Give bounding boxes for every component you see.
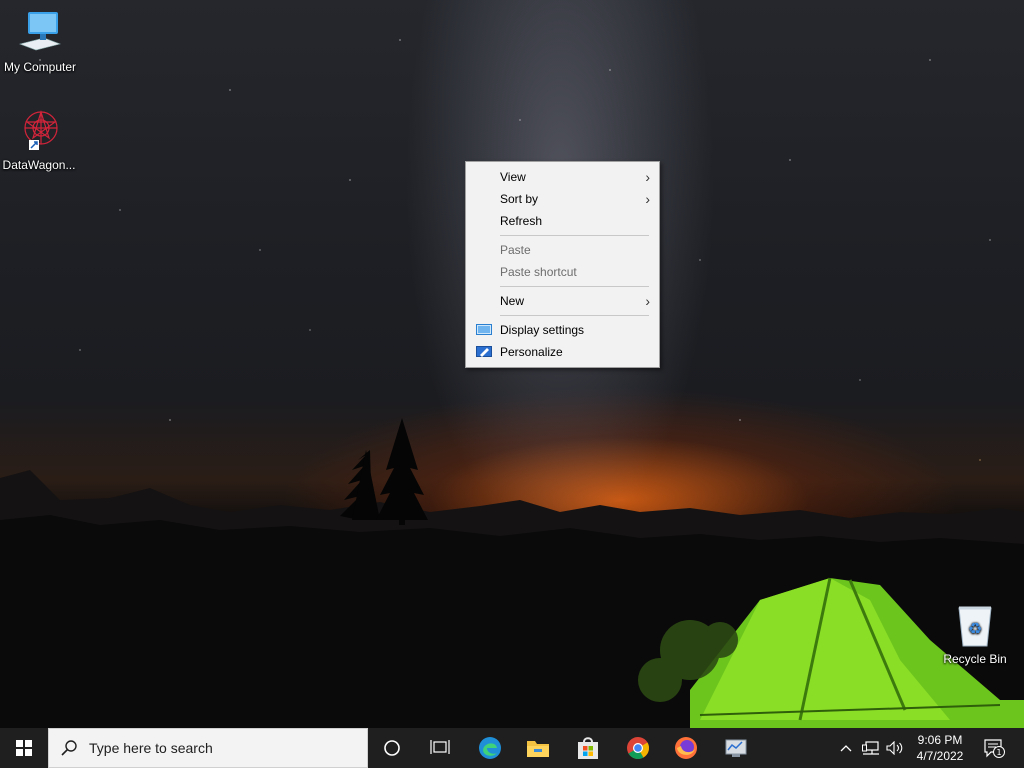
task-view-button[interactable]	[416, 728, 464, 768]
windows-logo-icon	[16, 740, 32, 756]
notification-icon: 1	[984, 739, 1005, 758]
edge-icon	[479, 737, 501, 759]
desktop-icon-label: Recycle Bin	[943, 652, 1007, 666]
menu-item-display-settings[interactable]: Display settings	[466, 319, 659, 341]
menu-item-refresh[interactable]: Refresh	[466, 210, 659, 232]
menu-item-new[interactable]: New ›	[466, 290, 659, 312]
show-hidden-icons-button[interactable]	[836, 728, 856, 768]
taskbar-app-network-monitor[interactable]	[712, 728, 760, 768]
chevron-right-icon: ›	[645, 169, 650, 185]
taskbar-app-firefox[interactable]	[662, 728, 710, 768]
menu-separator	[500, 315, 649, 316]
menu-item-label: Refresh	[500, 214, 543, 228]
menu-item-label: Personalize	[500, 345, 563, 359]
menu-item-label: View	[500, 170, 526, 184]
menu-item-paste-shortcut: Paste shortcut	[466, 261, 659, 283]
taskbar-app-edge[interactable]	[466, 728, 514, 768]
speaker-icon	[886, 741, 903, 755]
notification-count-badge: 1	[996, 748, 1001, 757]
taskbar-app-file-explorer[interactable]	[514, 728, 562, 768]
taskbar-app-store[interactable]	[564, 728, 612, 768]
taskbar: Type here to search 9:06 PM 4/7/2022 1	[0, 728, 1024, 768]
menu-item-personalize[interactable]: Personalize	[466, 341, 659, 363]
chevron-up-icon	[840, 745, 852, 752]
chevron-right-icon: ›	[645, 191, 650, 207]
taskbar-search-box[interactable]: Type here to search	[48, 728, 368, 768]
display-icon	[476, 324, 492, 335]
menu-item-label: Paste shortcut	[500, 265, 577, 279]
svg-text:♻: ♻	[968, 619, 982, 638]
action-center-button[interactable]: 1	[980, 728, 1008, 768]
file-explorer-icon	[527, 741, 549, 757]
chevron-right-icon: ›	[645, 293, 650, 309]
taskbar-clock[interactable]: 9:06 PM 4/7/2022	[905, 732, 975, 764]
menu-item-view[interactable]: View ›	[466, 166, 659, 188]
recycle-bin-icon: ♻	[951, 602, 999, 650]
cortana-button[interactable]	[368, 728, 416, 768]
desktop-icon-my-computer[interactable]: My Computer	[1, 10, 79, 74]
menu-item-sort-by[interactable]: Sort by ›	[466, 188, 659, 210]
computer-icon	[16, 10, 64, 58]
cortana-icon	[384, 740, 400, 756]
menu-item-label: Sort by	[500, 192, 539, 206]
menu-item-label: Paste	[500, 243, 531, 257]
desktop-icon-label: My Computer	[3, 60, 77, 74]
taskbar-app-chrome[interactable]	[614, 728, 662, 768]
pine-trees	[340, 418, 428, 525]
menu-separator	[500, 235, 649, 236]
desktop-icon-recycle-bin[interactable]: ♻ Recycle Bin	[936, 602, 1014, 666]
network-monitor-icon	[725, 739, 747, 757]
volume-tray-button[interactable]	[884, 728, 906, 768]
desktop-context-menu: View › Sort by › Refresh Paste Paste sho…	[465, 161, 660, 368]
personalize-icon	[476, 346, 492, 357]
clock-time: 9:06 PM	[917, 733, 963, 747]
menu-item-label: Display settings	[500, 323, 585, 337]
search-placeholder: Type here to search	[89, 740, 213, 756]
menu-separator	[500, 286, 649, 287]
chrome-icon	[627, 737, 649, 759]
menu-item-label: New	[500, 294, 525, 308]
task-view-icon	[430, 740, 450, 754]
search-icon	[49, 740, 89, 756]
clock-date: 4/7/2022	[916, 749, 964, 763]
desktop-icon-datawagon[interactable]: DataWagon...	[0, 108, 78, 172]
network-tray-button[interactable]	[860, 728, 882, 768]
network-icon	[862, 741, 879, 755]
datawagon-icon	[15, 108, 63, 156]
desktop-icon-label: DataWagon...	[2, 158, 76, 172]
menu-item-paste: Paste	[466, 239, 659, 261]
firefox-icon	[675, 737, 697, 759]
start-button[interactable]	[0, 728, 48, 768]
store-icon	[578, 737, 598, 759]
